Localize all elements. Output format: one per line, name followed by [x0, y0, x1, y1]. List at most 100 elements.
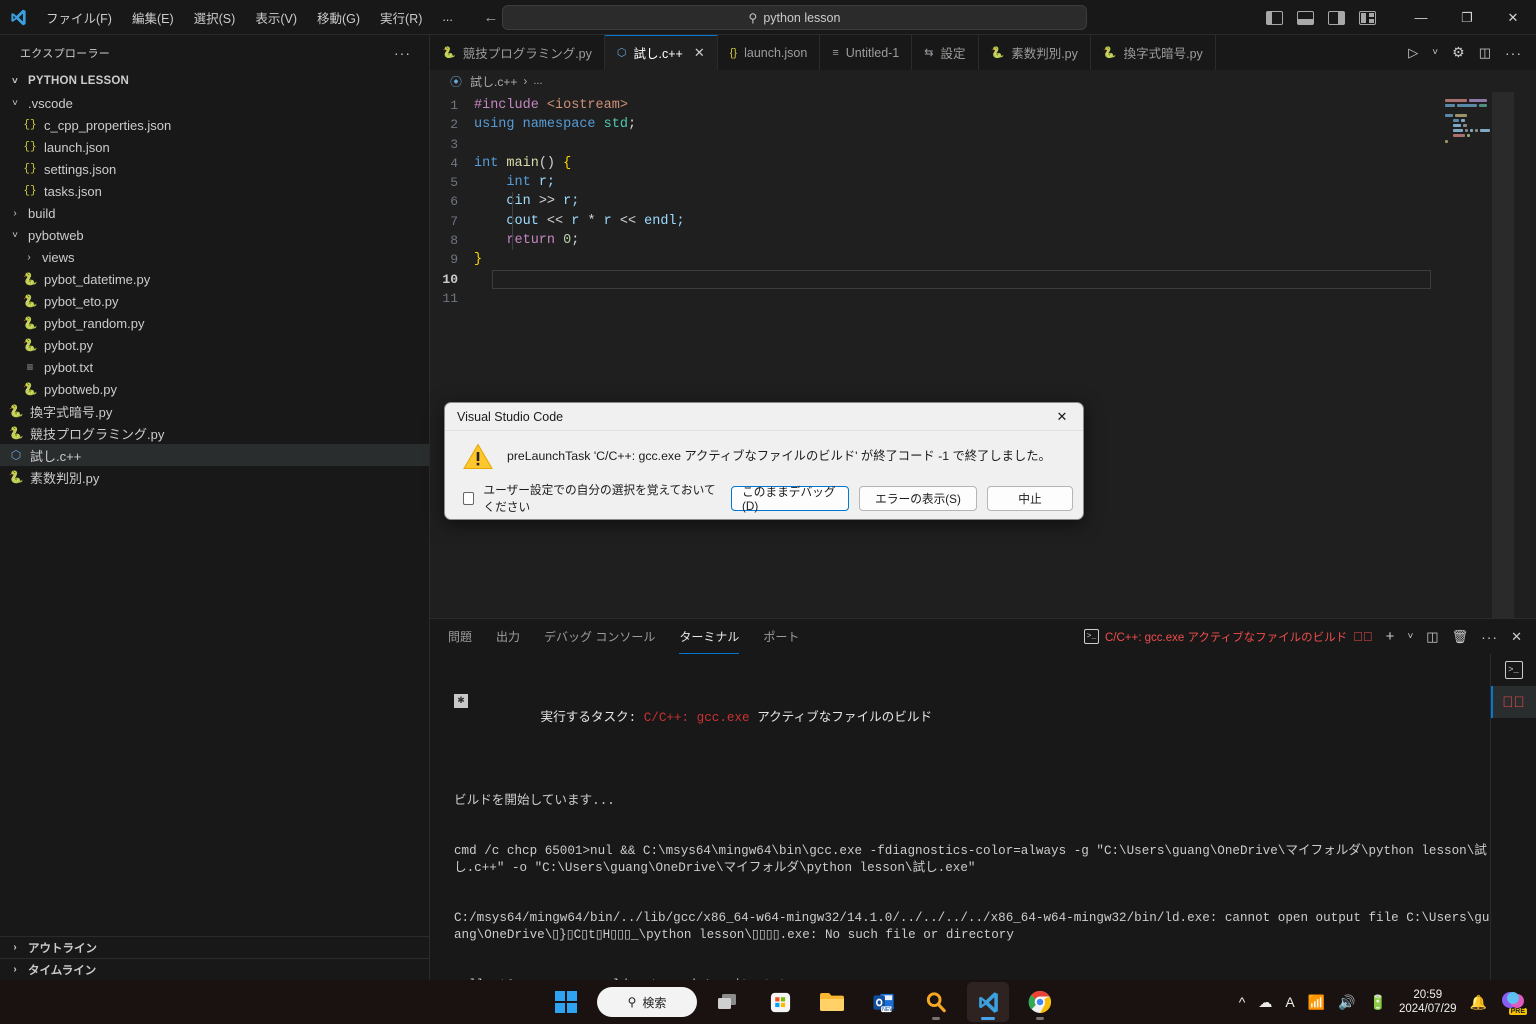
- debug-anyway-button[interactable]: このままデバッグ(D): [731, 485, 849, 513]
- more-actions-icon[interactable]: ···: [1505, 45, 1522, 61]
- panel-tab[interactable]: ポート: [763, 619, 799, 654]
- panel-tab[interactable]: ターミナル: [679, 619, 740, 654]
- editor-tab[interactable]: ⇆ 設定: [912, 35, 979, 70]
- sidebar-item-timeline[interactable]: › タイムライン: [0, 958, 430, 980]
- close-panel-icon[interactable]: ✕: [1511, 629, 1522, 645]
- terminal-dropdown-chevron-icon[interactable]: ˅: [1407, 631, 1413, 642]
- file-tree-item[interactable]: 🐍 競技プログラミング.py: [0, 422, 429, 444]
- file-tree[interactable]: ˅ .vscode {} c_cpp_properties.json {} launch.…: [0, 92, 429, 488]
- file-tree-item[interactable]: {} launch.json: [0, 136, 429, 158]
- vscode-icon[interactable]: [967, 982, 1009, 1022]
- editor-tab[interactable]: 🐍 競技プログラミング.py: [430, 35, 605, 70]
- file-tree-item[interactable]: › build: [0, 202, 429, 224]
- file-tree-item[interactable]: {} tasks.json: [0, 180, 429, 202]
- panel-tab[interactable]: デバッグ コンソール: [544, 619, 655, 654]
- remember-choice-checkbox[interactable]: [463, 491, 475, 505]
- file-tree-item[interactable]: 🐍 pybotweb.py: [0, 378, 429, 400]
- editor-tab[interactable]: ⬡ 試し.c++ ✕: [604, 35, 718, 70]
- panel-tab[interactable]: 問題: [448, 619, 472, 654]
- battery-icon[interactable]: 🔋: [1369, 994, 1386, 1011]
- ime-a-icon[interactable]: A: [1285, 994, 1294, 1010]
- file-tree-item[interactable]: ˅ .vscode: [0, 92, 429, 114]
- terminal-output[interactable]: ✱ 実行するタスク: C/C++: gcc.exe アクティブなファイルのビルド …: [430, 654, 1490, 992]
- menu-go[interactable]: 移動(G): [307, 4, 370, 31]
- run-dropdown-chevron-icon[interactable]: ˅: [1432, 47, 1438, 58]
- volume-icon[interactable]: 🔊: [1338, 994, 1355, 1011]
- new-terminal-icon[interactable]: +: [1386, 628, 1395, 645]
- code-line[interactable]: 9}: [430, 250, 1536, 269]
- copilot-pre-icon[interactable]: PRE: [1500, 990, 1527, 1015]
- explorer-more-icon[interactable]: ···: [394, 45, 411, 61]
- show-hidden-icons-chevron[interactable]: ^: [1239, 994, 1246, 1010]
- code-line[interactable]: 1 #include <iostream>: [430, 96, 1536, 115]
- panel-more-actions-icon[interactable]: ···: [1481, 629, 1498, 645]
- close-tab-icon[interactable]: ✕: [694, 45, 705, 61]
- menu-selection[interactable]: 選択(S): [184, 4, 246, 31]
- run-button-icon[interactable]: ▷: [1408, 45, 1418, 61]
- toggle-primary-sidebar-icon[interactable]: [1266, 10, 1283, 25]
- file-tree-item[interactable]: 🐍 pybot_random.py: [0, 312, 429, 334]
- editor-tab-bar[interactable]: 🐍 競技プログラミング.py ⬡ 試し.c++ ✕ {} launch.json ≡ Untit…: [430, 35, 1536, 70]
- wifi-icon[interactable]: 📶: [1308, 994, 1325, 1011]
- terminal-error-entry[interactable]: ✖⃝: [1491, 686, 1536, 718]
- file-tree-item[interactable]: {} settings.json: [0, 158, 429, 180]
- abort-button[interactable]: 中止: [987, 485, 1073, 511]
- customize-layout-icon[interactable]: [1359, 10, 1376, 25]
- code-line[interactable]: 8 return 0;: [430, 231, 1536, 250]
- minimap-slider[interactable]: [1492, 92, 1514, 640]
- file-tree-item[interactable]: 🐍 素数判別.py: [0, 466, 429, 488]
- file-tree-item[interactable]: ≡ pybot.txt: [0, 356, 429, 378]
- show-errors-button[interactable]: エラーの表示(S): [859, 485, 977, 511]
- kill-terminal-icon[interactable]: 🗑: [1452, 629, 1469, 645]
- file-explorer-icon[interactable]: [811, 982, 853, 1022]
- panel-tab[interactable]: 出力: [496, 619, 520, 654]
- code-line[interactable]: 3: [430, 135, 1536, 154]
- onedrive-icon[interactable]: ☁: [1258, 994, 1272, 1011]
- close-button[interactable]: ✕: [1490, 0, 1536, 35]
- menu-bar[interactable]: ファイル(F) 編集(E) 選択(S) 表示(V) 移動(G) 実行(R) ..…: [36, 4, 463, 31]
- code-line[interactable]: 5 int r;: [430, 173, 1536, 192]
- file-tree-item[interactable]: 🐍 pybot_datetime.py: [0, 268, 429, 290]
- taskbar-clock[interactable]: 20:59 2024/07/29: [1399, 988, 1457, 1016]
- code-line[interactable]: 6 cin >> r;: [430, 192, 1536, 211]
- editor-tab[interactable]: 🐍 素数判別.py: [978, 35, 1091, 70]
- microsoft-store-icon[interactable]: [759, 982, 801, 1022]
- split-terminal-icon[interactable]: ◫: [1426, 629, 1438, 645]
- minimize-button[interactable]: —: [1398, 0, 1444, 35]
- editor-tab[interactable]: {} launch.json: [717, 35, 821, 70]
- split-editor-icon[interactable]: ◫: [1479, 45, 1491, 61]
- breadcrumb-file[interactable]: 試し.c++: [470, 73, 517, 90]
- file-tree-item[interactable]: 🐍 換字式暗号.py: [0, 400, 429, 422]
- command-center-search[interactable]: ⚲ python lesson: [502, 5, 1087, 30]
- menu-more[interactable]: ...: [432, 6, 462, 28]
- file-tree-item[interactable]: {} c_cpp_properties.json: [0, 114, 429, 136]
- code-line[interactable]: 4 int main() {: [430, 154, 1536, 173]
- explorer-root-folder[interactable]: ˅ PYTHON LESSON: [0, 70, 429, 92]
- code-editor[interactable]: 1 #include <iostream> 2 using namespace std…: [430, 92, 1536, 640]
- code-line[interactable]: 11: [430, 289, 1536, 308]
- task-view-icon[interactable]: [707, 982, 749, 1022]
- terminal-tab-icon[interactable]: >_: [1491, 654, 1536, 686]
- remember-choice-checkbox-wrap[interactable]: ユーザー設定での自分の選択を覚えておいてください: [463, 481, 721, 515]
- file-tree-item[interactable]: ⬡ 試し.c++: [0, 444, 429, 466]
- editor-tab[interactable]: ≡ Untitled-1: [820, 35, 913, 70]
- maximize-button[interactable]: ❐: [1444, 0, 1490, 35]
- back-arrow-icon[interactable]: ←: [481, 9, 501, 26]
- editor-tab[interactable]: 🐍 換字式暗号.py: [1090, 35, 1216, 70]
- breadcrumb-rest[interactable]: ...: [533, 75, 542, 87]
- gear-icon[interactable]: ⚙: [1452, 44, 1465, 61]
- file-tree-item[interactable]: 🐍 pybot.py: [0, 334, 429, 356]
- google-chrome-icon[interactable]: [1019, 982, 1061, 1022]
- file-tree-item[interactable]: › views: [0, 246, 429, 268]
- terminal-instance-chip[interactable]: >_ C/C++: gcc.exe アクティブなファイルのビルド ✖⃝: [1083, 629, 1373, 645]
- modal-close-icon[interactable]: ✕: [1047, 405, 1077, 429]
- file-tree-item[interactable]: ˅ pybotweb: [0, 224, 429, 246]
- notification-bell-icon[interactable]: 🔔: [1470, 994, 1487, 1011]
- editor-minimap[interactable]: [1431, 92, 1514, 640]
- code-line[interactable]: 7 cout << r * r << endl;: [430, 212, 1536, 231]
- menu-file[interactable]: ファイル(F): [36, 4, 122, 31]
- menu-view[interactable]: 表示(V): [245, 4, 307, 31]
- toggle-secondary-sidebar-icon[interactable]: [1328, 10, 1345, 25]
- toggle-panel-icon[interactable]: [1297, 10, 1314, 25]
- menu-edit[interactable]: 編集(E): [122, 4, 184, 31]
